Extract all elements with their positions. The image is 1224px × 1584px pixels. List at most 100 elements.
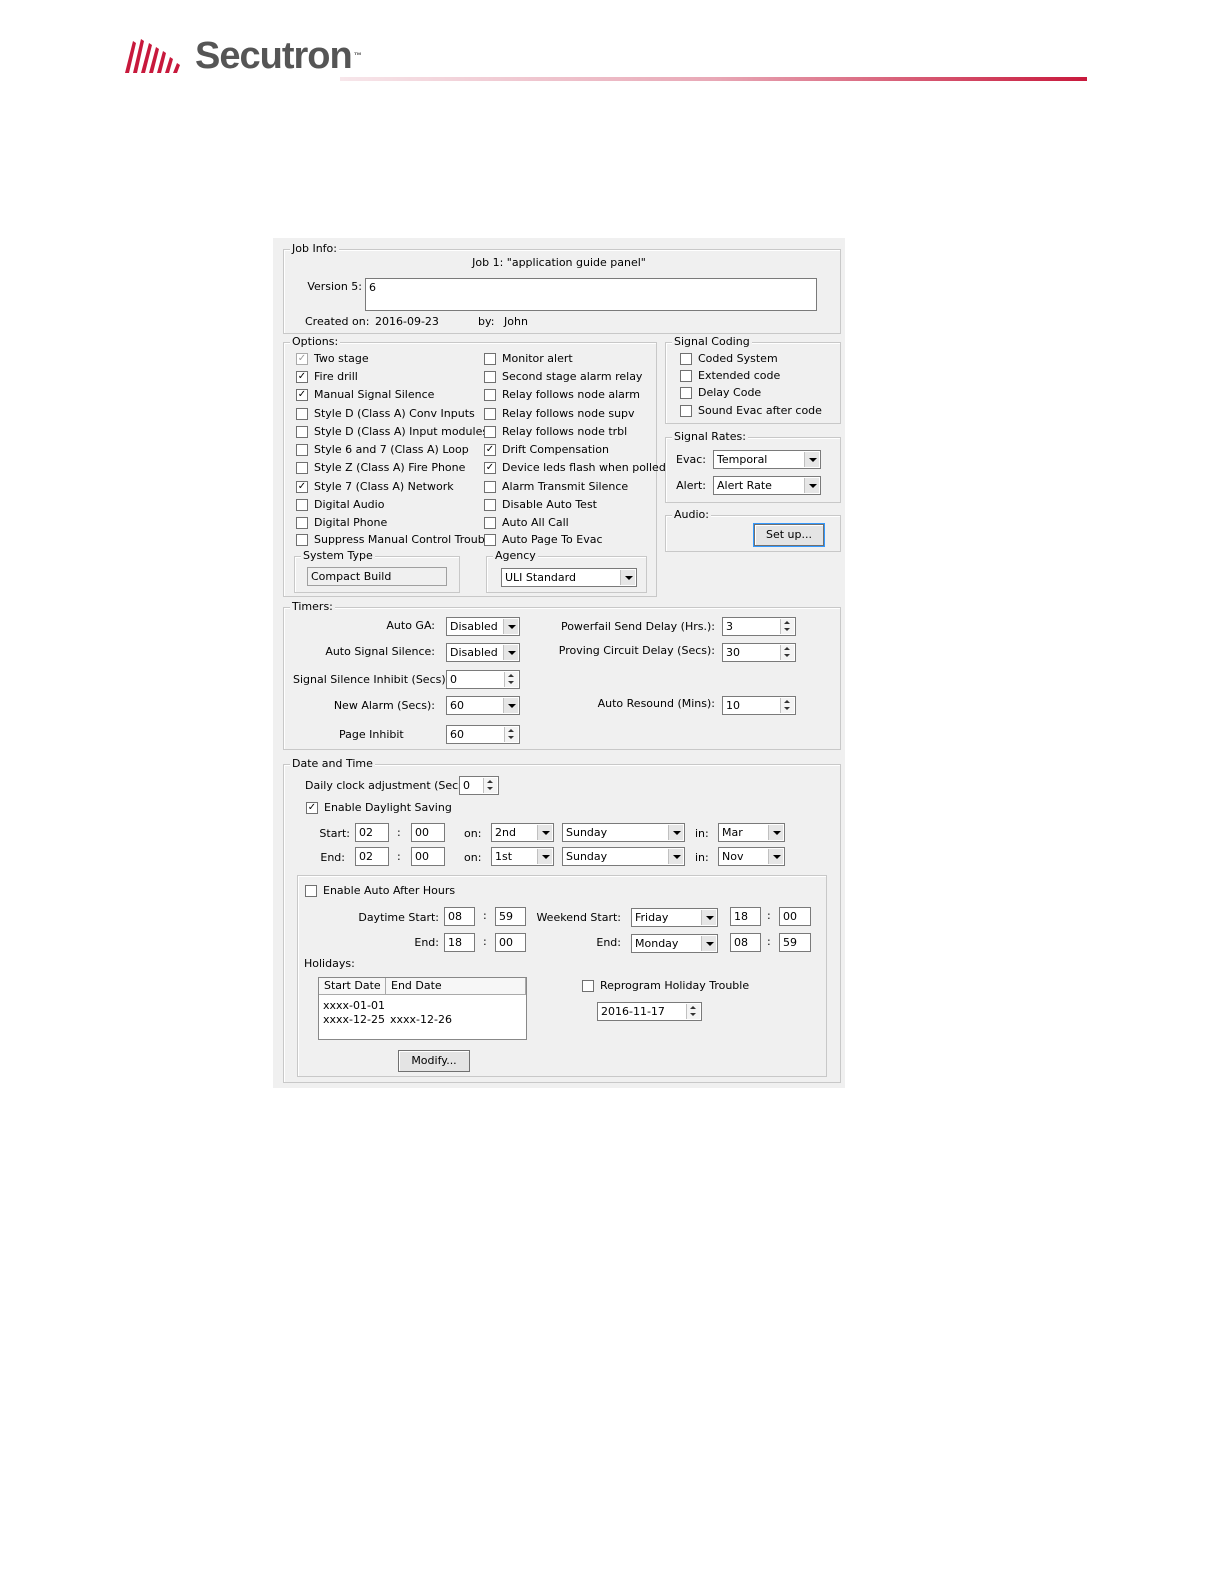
audio-setup-button[interactable]: Set up...: [753, 523, 825, 547]
reprogram-holiday-checkbox[interactable]: Reprogram Holiday Trouble: [582, 979, 749, 993]
evac-select[interactable]: Temporal: [713, 450, 821, 469]
checkbox-box[interactable]: [484, 499, 496, 511]
checkbox-box[interactable]: [296, 499, 308, 511]
dst-end-minute[interactable]: 00: [411, 847, 445, 866]
style-z-class-a-fire-phone-checkbox[interactable]: Style Z (Class A) Fire Phone: [296, 461, 465, 475]
dst-end-week-select[interactable]: 1st: [491, 847, 554, 866]
manual-signal-silence-checkbox[interactable]: ✓ Manual Signal Silence: [296, 388, 434, 402]
agency-select[interactable]: ULI Standard: [501, 568, 637, 587]
extended-code-checkbox[interactable]: Extended code: [680, 369, 780, 383]
checkbox-box[interactable]: [296, 517, 308, 529]
auto-ga-select[interactable]: Disabled: [446, 617, 520, 636]
spinner-arrows-icon[interactable]: [686, 1004, 700, 1019]
dst-end-month-select[interactable]: Nov: [718, 847, 785, 866]
checkbox-box[interactable]: ✓: [484, 444, 496, 456]
enable-after-hours-checkbox[interactable]: Enable Auto After Hours: [305, 884, 455, 898]
holiday-row-2-end[interactable]: xxxx-12-26: [386, 1013, 452, 1027]
checkbox-box[interactable]: ✓: [296, 389, 308, 401]
powerfail-spinner[interactable]: 3: [722, 617, 796, 636]
signal-silence-inhibit-spinner[interactable]: 0: [446, 670, 520, 689]
style-6-and-7-class-a-loop-checkbox[interactable]: Style 6 and 7 (Class A) Loop: [296, 443, 469, 457]
page-inhibit-spinner[interactable]: 60: [446, 725, 520, 744]
checkbox-box[interactable]: [305, 885, 317, 897]
style-7-class-a-network-checkbox[interactable]: ✓ Style 7 (Class A) Network: [296, 480, 454, 494]
dst-end-hour[interactable]: 02: [355, 847, 389, 866]
style-d-class-a-conv-inputs-checkbox[interactable]: Style D (Class A) Conv Inputs: [296, 407, 475, 421]
weekend-start-hour[interactable]: 18: [730, 907, 761, 926]
checkbox-box[interactable]: [296, 408, 308, 420]
checkbox-box[interactable]: ✓: [296, 353, 308, 365]
weekend-end-hour[interactable]: 08: [730, 933, 761, 952]
digital-audio-checkbox[interactable]: Digital Audio: [296, 498, 384, 512]
checkbox-box[interactable]: [680, 370, 692, 382]
spinner-arrows-icon[interactable]: [780, 645, 794, 660]
relay-follows-node-trbl-checkbox[interactable]: Relay follows node trbl: [484, 425, 627, 439]
digital-phone-checkbox[interactable]: Digital Phone: [296, 516, 387, 530]
checkbox-box[interactable]: [484, 534, 496, 546]
checkbox-box[interactable]: [680, 387, 692, 399]
delay-code-checkbox[interactable]: Delay Code: [680, 386, 761, 400]
auto-all-call-checkbox[interactable]: Auto All Call: [484, 516, 569, 530]
checkbox-box[interactable]: [484, 389, 496, 401]
spinner-arrows-icon[interactable]: [504, 672, 518, 687]
alert-select[interactable]: Alert Rate: [713, 476, 821, 495]
drift-compensation-checkbox[interactable]: ✓ Drift Compensation: [484, 443, 609, 457]
dst-start-hour[interactable]: 02: [355, 823, 389, 842]
spinner-arrows-icon[interactable]: [483, 778, 497, 793]
daytime-start-minute[interactable]: 59: [495, 907, 526, 926]
checkbox-box[interactable]: [484, 481, 496, 493]
monitor-alert-checkbox[interactable]: Monitor alert: [484, 352, 573, 366]
spinner-arrows-icon[interactable]: [780, 698, 794, 713]
daytime-end-minute[interactable]: 00: [495, 933, 526, 952]
weekend-start-day-select[interactable]: Friday: [631, 908, 718, 927]
suppress-manual-control-trouble-checkbox[interactable]: Suppress Manual Control Trouble: [296, 533, 495, 547]
second-stage-alarm-relay-checkbox[interactable]: Second stage alarm relay: [484, 370, 642, 384]
sound-evac-after-code-checkbox[interactable]: Sound Evac after code: [680, 404, 822, 418]
dst-end-day-select[interactable]: Sunday: [562, 847, 685, 866]
dst-start-week-select[interactable]: 2nd: [491, 823, 554, 842]
holidays-col-end[interactable]: End Date: [386, 978, 526, 995]
device-leds-flash-when-polled-checkbox[interactable]: ✓ Device leds flash when polled: [484, 461, 666, 475]
daytime-start-hour[interactable]: 08: [444, 907, 475, 926]
dst-start-minute[interactable]: 00: [411, 823, 445, 842]
dst-start-day-select[interactable]: Sunday: [562, 823, 685, 842]
proving-circuit-spinner[interactable]: 30: [722, 643, 796, 662]
alarm-transmit-silence-checkbox[interactable]: Alarm Transmit Silence: [484, 480, 628, 494]
coded-system-checkbox[interactable]: Coded System: [680, 352, 778, 366]
holidays-col-start[interactable]: Start Date: [319, 978, 386, 995]
checkbox-box[interactable]: ✓: [484, 462, 496, 474]
style-d-class-a-input-modules-checkbox[interactable]: Style D (Class A) Input modules: [296, 425, 488, 439]
holidays-table[interactable]: Start Date End Date xxxx-01-01 xxxx-12-2…: [318, 977, 527, 1040]
checkbox-box[interactable]: [296, 444, 308, 456]
checkbox-box[interactable]: [680, 405, 692, 417]
daily-clock-spinner[interactable]: 0: [459, 776, 499, 795]
weekend-start-minute[interactable]: 00: [779, 907, 811, 926]
checkbox-box[interactable]: [296, 426, 308, 438]
fire-drill-checkbox[interactable]: ✓ Fire drill: [296, 370, 358, 384]
version-input[interactable]: 6: [365, 278, 817, 311]
auto-page-to-evac-checkbox[interactable]: Auto Page To Evac: [484, 533, 603, 547]
spinner-arrows-icon[interactable]: [780, 619, 794, 634]
checkbox-box[interactable]: [680, 353, 692, 365]
relay-follows-node-alarm-checkbox[interactable]: Relay follows node alarm: [484, 388, 640, 402]
dst-start-month-select[interactable]: Mar: [718, 823, 785, 842]
checkbox-box[interactable]: ✓: [306, 802, 318, 814]
checkbox-box[interactable]: [582, 980, 594, 992]
auto-signal-silence-select[interactable]: Disabled: [446, 643, 520, 662]
reprogram-date-spinner[interactable]: 2016-11-17: [597, 1002, 702, 1021]
relay-follows-node-supv-checkbox[interactable]: Relay follows node supv: [484, 407, 635, 421]
modify-holidays-button[interactable]: Modify...: [398, 1050, 470, 1072]
new-alarm-select[interactable]: 60: [446, 696, 520, 715]
disable-auto-test-checkbox[interactable]: Disable Auto Test: [484, 498, 597, 512]
checkbox-box[interactable]: [296, 462, 308, 474]
weekend-end-day-select[interactable]: Monday: [631, 934, 718, 953]
daytime-end-hour[interactable]: 18: [444, 933, 475, 952]
checkbox-box[interactable]: [484, 371, 496, 383]
holiday-row-1-start[interactable]: xxxx-01-01: [319, 999, 385, 1013]
checkbox-box[interactable]: [484, 353, 496, 365]
checkbox-box[interactable]: ✓: [296, 481, 308, 493]
weekend-end-minute[interactable]: 59: [779, 933, 811, 952]
auto-resound-spinner[interactable]: 10: [722, 696, 796, 715]
checkbox-box[interactable]: [484, 426, 496, 438]
holiday-row-2-start[interactable]: xxxx-12-25: [319, 1013, 385, 1027]
